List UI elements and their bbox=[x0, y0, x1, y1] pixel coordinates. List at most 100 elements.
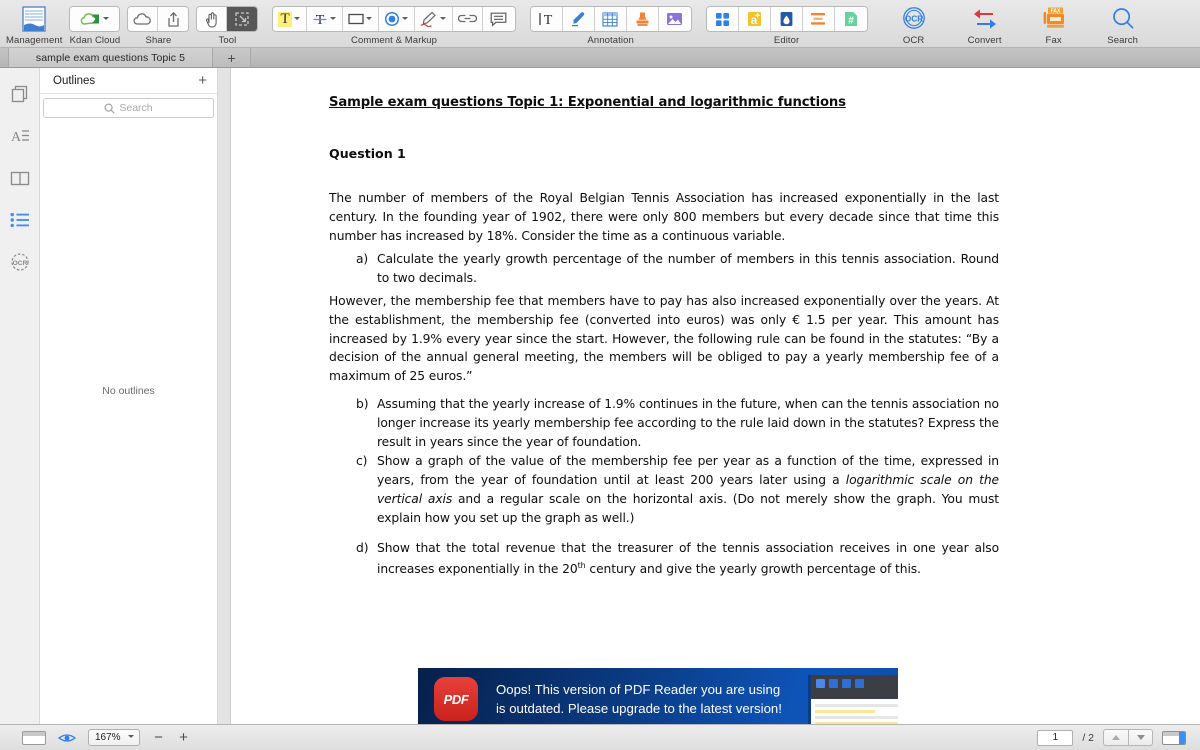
toolbar-group-annotation: T Annotation bbox=[529, 4, 692, 46]
page-edit-button[interactable] bbox=[706, 7, 739, 31]
outlines-search-placeholder: Search bbox=[119, 102, 153, 114]
share-upload-icon bbox=[168, 11, 179, 27]
editor-segment[interactable]: a # bbox=[705, 6, 868, 32]
share-segment[interactable] bbox=[127, 6, 190, 32]
outlines-search-input[interactable]: Search bbox=[43, 98, 214, 118]
chevron-down-icon[interactable] bbox=[293, 16, 301, 23]
chevron-down-icon[interactable] bbox=[401, 16, 409, 23]
sidebar-rail: A OCR bbox=[0, 68, 40, 724]
chevron-down-icon[interactable] bbox=[365, 16, 373, 23]
annotation-list-icon: A bbox=[11, 130, 29, 145]
pdf-logo-icon: PDF bbox=[434, 677, 478, 721]
document-content: Sample exam questions Topic 1: Exponenti… bbox=[329, 94, 999, 583]
kdan-cloud-segment[interactable] bbox=[69, 6, 121, 32]
link-icon bbox=[457, 14, 477, 23]
share-button[interactable] bbox=[158, 7, 189, 31]
magnifier-icon bbox=[1109, 4, 1137, 34]
page-number-input[interactable]: 1 bbox=[1037, 729, 1074, 746]
convert-button[interactable] bbox=[959, 4, 1011, 34]
page-total-label: / 2 bbox=[1082, 731, 1094, 744]
pdf-reader-window: Management Kdan Cloud Share Tool T Comme… bbox=[0, 0, 1200, 750]
split-view-toggle[interactable] bbox=[1162, 730, 1186, 745]
sidebar-item-bookmarks[interactable] bbox=[6, 164, 34, 192]
image-button[interactable] bbox=[658, 7, 691, 31]
status-bar-right: 1 / 2 bbox=[1037, 729, 1186, 746]
select-area-button[interactable] bbox=[227, 7, 258, 31]
list-bcd: b) Assuming that the yearly increase of … bbox=[329, 395, 999, 579]
text-edit-icon: a bbox=[747, 12, 761, 27]
item-d-text: Show that the total revenue that the tre… bbox=[377, 539, 999, 580]
chevron-down-icon[interactable] bbox=[439, 16, 447, 23]
sidebar-item-ocr-results[interactable]: OCR bbox=[6, 248, 34, 276]
kdan-cloud-label: Kdan Cloud bbox=[69, 35, 121, 46]
highlight-text-button[interactable]: T bbox=[273, 7, 307, 31]
comment-markup-label: Comment & Markup bbox=[351, 35, 438, 46]
annotation-label: Annotation bbox=[587, 35, 634, 46]
chevron-down-icon[interactable] bbox=[329, 16, 337, 23]
outlines-search-wrapper: Search bbox=[40, 94, 217, 118]
header-footer-button[interactable] bbox=[802, 7, 835, 31]
next-page-button[interactable] bbox=[1128, 729, 1153, 746]
link-button[interactable] bbox=[452, 7, 483, 31]
toolbar-group-tool: Tool bbox=[196, 4, 259, 46]
signature-button[interactable] bbox=[562, 7, 595, 31]
sticky-note-button[interactable] bbox=[482, 7, 515, 31]
stamp-button[interactable] bbox=[626, 7, 659, 31]
sidebar-item-annotations[interactable]: A bbox=[6, 122, 34, 150]
page-edit-icon bbox=[715, 12, 729, 26]
ocr-button[interactable]: OCR bbox=[888, 4, 940, 34]
text-box-icon: T bbox=[539, 13, 553, 27]
circle-shape-icon bbox=[384, 11, 399, 27]
cloud-upload-button[interactable] bbox=[70, 7, 120, 31]
tool-segment[interactable] bbox=[196, 6, 259, 32]
chevron-down-icon[interactable] bbox=[128, 734, 135, 741]
text-edit-button[interactable]: a bbox=[738, 7, 771, 31]
document-viewer[interactable]: Sample exam questions Topic 1: Exponenti… bbox=[231, 68, 1200, 724]
strikethrough-text-button[interactable]: T bbox=[306, 7, 343, 31]
preview-eye-icon[interactable] bbox=[58, 732, 76, 744]
circle-shape-button[interactable] bbox=[378, 7, 415, 31]
toolbar-group-share: Share bbox=[127, 4, 190, 46]
ink-pen-button[interactable] bbox=[414, 7, 453, 31]
svg-text:#: # bbox=[848, 15, 854, 26]
upgrade-banner[interactable]: PDF Oops! This version of PDF Reader you… bbox=[418, 668, 898, 724]
new-tab-button[interactable]: + bbox=[213, 48, 251, 67]
paragraph-1: The number of members of the Royal Belgi… bbox=[329, 191, 999, 243]
zoom-out-button[interactable]: − bbox=[152, 730, 165, 745]
search-button[interactable] bbox=[1097, 4, 1149, 34]
sidebar-item-thumbnails[interactable] bbox=[6, 80, 34, 108]
fax-button[interactable]: FAX bbox=[1028, 4, 1080, 34]
watermark-button[interactable] bbox=[770, 7, 803, 31]
table-button[interactable] bbox=[594, 7, 627, 31]
single-page-view-icon[interactable] bbox=[22, 730, 46, 745]
cloud-button[interactable] bbox=[128, 7, 159, 31]
add-outline-button[interactable]: + bbox=[198, 73, 207, 88]
management-button[interactable] bbox=[8, 4, 60, 34]
zoom-in-button[interactable]: + bbox=[177, 730, 190, 745]
ocr-label: OCR bbox=[902, 35, 925, 46]
bates-numbering-icon: # bbox=[844, 12, 857, 26]
toolbar-group-ocr: OCR OCR bbox=[888, 4, 940, 46]
outlines-panel: Outlines + Search No outlines bbox=[40, 68, 218, 724]
upgrade-banner-line-2: is outdated. Please upgrade to the lates… bbox=[496, 701, 782, 716]
text-box-button[interactable]: T bbox=[530, 7, 563, 31]
rectangle-shape-button[interactable] bbox=[342, 7, 379, 31]
document-management-icon bbox=[20, 4, 48, 34]
bates-numbering-button[interactable]: # bbox=[834, 7, 867, 31]
svg-text:A: A bbox=[11, 130, 22, 145]
workspace: A OCR Outlines + Search No outlines Samp… bbox=[0, 68, 1200, 724]
ocr-icon: OCR bbox=[900, 4, 928, 34]
hand-tool-button[interactable] bbox=[197, 7, 228, 31]
document-tab[interactable]: sample exam questions Topic 5 bbox=[8, 48, 213, 67]
item-d-marker: d) bbox=[356, 540, 369, 555]
svg-text:FAX: FAX bbox=[1050, 8, 1060, 14]
sidebar-item-outlines[interactable] bbox=[6, 206, 34, 234]
cloud-upload-icon bbox=[81, 12, 100, 25]
item-a-marker: a) bbox=[356, 252, 369, 267]
zoom-level-select[interactable]: 167% bbox=[88, 729, 140, 746]
annotation-segment[interactable]: T bbox=[529, 6, 692, 32]
panel-resize-handle[interactable] bbox=[218, 68, 231, 724]
chevron-down-icon[interactable] bbox=[103, 16, 110, 23]
comment-markup-segment[interactable]: T T bbox=[272, 6, 516, 32]
previous-page-button[interactable] bbox=[1103, 729, 1128, 746]
